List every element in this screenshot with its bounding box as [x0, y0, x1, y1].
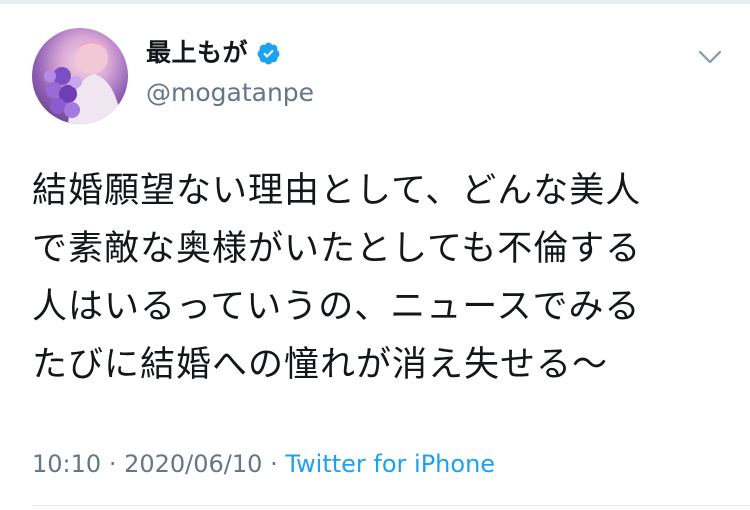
avatar-image — [44, 42, 122, 124]
tweet-text: 結婚願望ない理由として、どんな美人 で素敵な奥様がいたとしても不倫する 人はいる… — [32, 162, 712, 394]
meta-separator: · — [108, 450, 117, 478]
tweet-time: 10:10 — [32, 450, 102, 478]
bottom-divider — [32, 505, 750, 506]
author-name-row[interactable]: 最上もが — [146, 38, 281, 68]
top-divider — [0, 0, 750, 4]
meta-separator: · — [270, 450, 278, 478]
tweet-text-line: たびに結婚への憧れが消え失せる〜 — [32, 345, 609, 385]
tweet-date: 2020/06/10 — [124, 450, 263, 478]
chevron-down-icon[interactable] — [697, 44, 723, 70]
tweet-text-line: で素敵な奥様がいたとしても不倫する — [32, 229, 642, 269]
tweet-text-line: 人はいるっていうの、ニュースでみる — [32, 287, 641, 327]
author-handle[interactable]: @mogatanpe — [146, 78, 314, 108]
verified-badge-icon — [257, 42, 280, 64]
avatar[interactable] — [32, 28, 128, 124]
tweet-source-link[interactable]: Twitter for iPhone — [285, 450, 495, 478]
tweet-text-line: 結婚願望ない理由として、どんな美人 — [32, 171, 642, 211]
author-display-name[interactable]: 最上もが — [146, 38, 248, 68]
tweet-meta: 10:10 · 2020/06/10 · Twitter for iPhone — [32, 448, 495, 480]
